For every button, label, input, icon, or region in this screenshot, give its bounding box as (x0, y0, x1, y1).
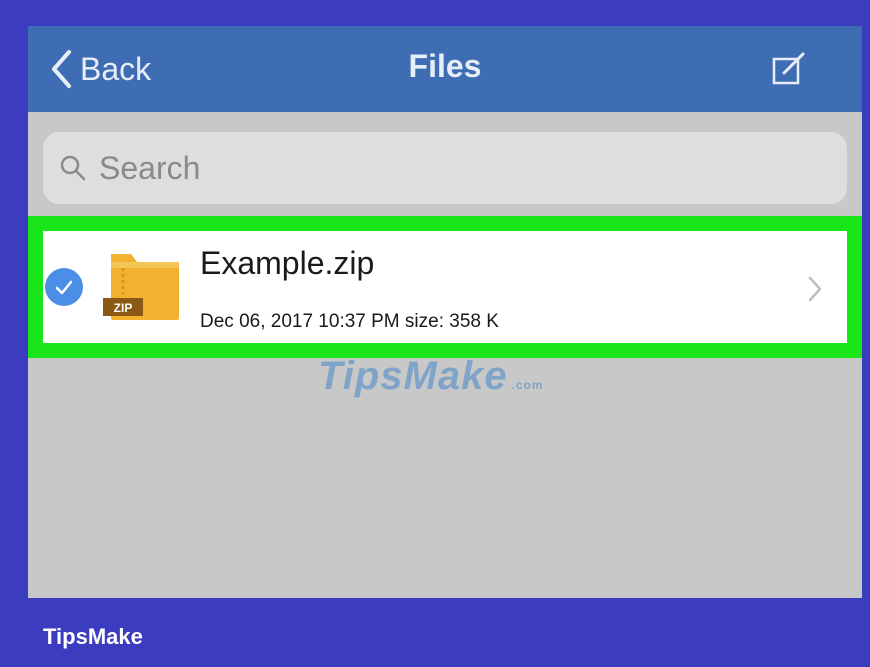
search-bar[interactable] (43, 132, 847, 204)
compose-icon (772, 52, 805, 85)
nav-bar: Back Files (28, 26, 862, 112)
app-screen: Back Files ZIP Exampl (28, 26, 862, 598)
selected-check[interactable] (45, 268, 83, 306)
search-icon (60, 155, 86, 181)
compose-button[interactable] (771, 52, 807, 88)
brand-logo: TipsMake (43, 624, 143, 649)
watermark: TipsMake .com (318, 354, 544, 399)
file-name: Example.zip (200, 245, 375, 281)
watermark-text: TipsMake (318, 354, 508, 398)
watermark-suffix: .com (511, 378, 544, 392)
search-input[interactable] (97, 148, 801, 188)
file-meta: Dec 06, 2017 10:37 PM size: 358 K (200, 311, 499, 332)
checkmark-icon (55, 280, 73, 295)
file-row[interactable]: ZIP Example.zip Dec 06, 2017 10:37 PM si… (43, 231, 847, 343)
zip-folder-icon: ZIP (103, 254, 179, 320)
page-title: Files (408, 48, 482, 84)
chevron-right-icon (808, 276, 822, 302)
zip-badge-text: ZIP (114, 301, 133, 315)
